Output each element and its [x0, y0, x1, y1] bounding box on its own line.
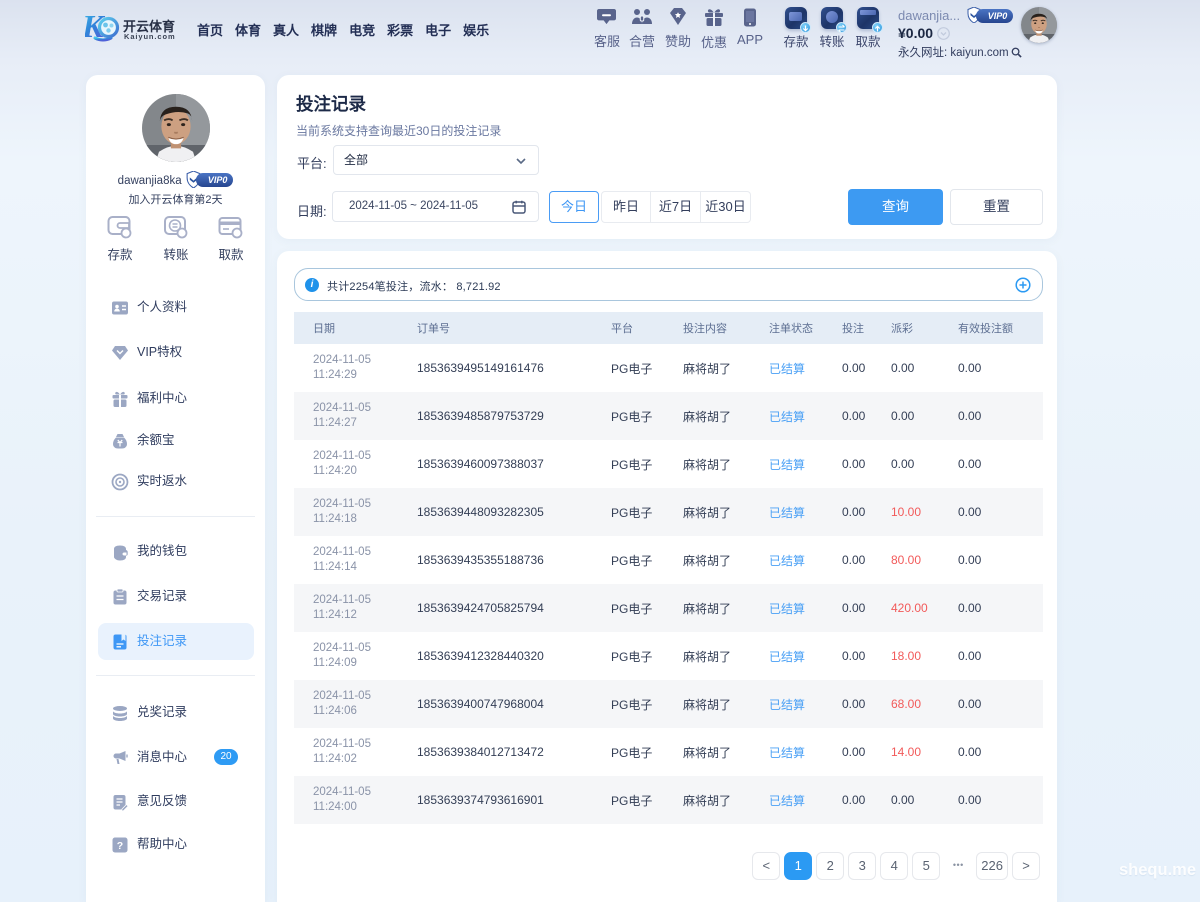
svg-text:?: ? — [117, 840, 123, 852]
